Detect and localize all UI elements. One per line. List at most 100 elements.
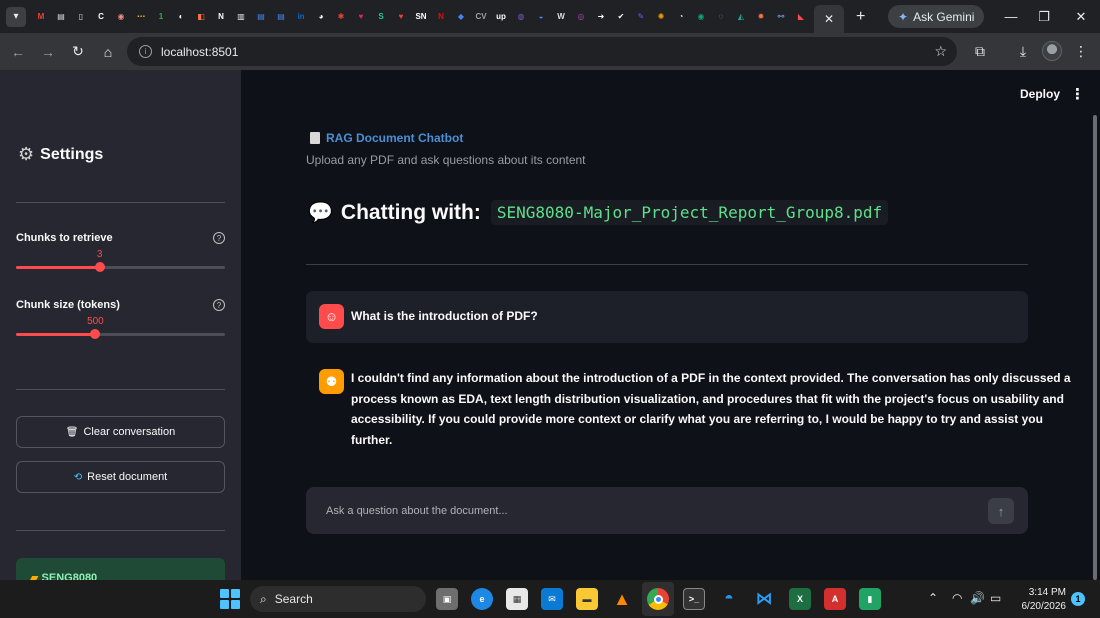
taskbar-search[interactable]: ⌕ Search bbox=[250, 586, 426, 612]
chunk-size-slider-handle[interactable] bbox=[90, 329, 100, 339]
mail-icon[interactable]: ✉ bbox=[541, 588, 563, 610]
linkedin-icon[interactable]: in bbox=[292, 8, 310, 26]
battery-icon[interactable]: ▭ bbox=[990, 591, 1001, 605]
rocket-icon[interactable]: ✎ bbox=[632, 8, 650, 26]
chunk-size-slider-value: 500 bbox=[87, 316, 104, 327]
profile-avatar[interactable] bbox=[1039, 37, 1065, 65]
address-bar[interactable]: i localhost:8501 ☆ bbox=[127, 37, 957, 66]
cv-icon[interactable]: CV bbox=[472, 8, 490, 26]
gmail-icon[interactable]: M bbox=[32, 8, 50, 26]
new-tab-icon[interactable]: + bbox=[856, 8, 865, 26]
store-icon[interactable]: ▦ bbox=[506, 588, 528, 610]
circle-icon[interactable]: ◉ bbox=[112, 8, 130, 26]
browser-menu-icon[interactable]: ⋮ bbox=[1068, 37, 1094, 65]
bookmark-icon[interactable]: ▯ bbox=[72, 8, 90, 26]
active-tab-close-icon[interactable]: ✕ bbox=[814, 5, 844, 33]
netflix-icon[interactable]: N bbox=[432, 8, 450, 26]
chat-icon[interactable]: ◔ bbox=[672, 8, 690, 26]
deploy-button[interactable]: Deploy bbox=[1020, 87, 1060, 101]
chat-input[interactable] bbox=[326, 501, 966, 520]
chunks-slider-fill bbox=[16, 266, 100, 269]
document-icon[interactable]: ▥ bbox=[232, 8, 250, 26]
chrome-icon[interactable] bbox=[647, 588, 669, 610]
file-explorer-icon[interactable]: ▬ bbox=[576, 588, 598, 610]
sun-icon[interactable]: ✺ bbox=[652, 8, 670, 26]
sidebar-title-text: Settings bbox=[40, 146, 103, 164]
green-app-icon[interactable]: ▮ bbox=[859, 588, 881, 610]
notification-badge[interactable]: 1 bbox=[1071, 592, 1085, 606]
restore-icon[interactable]: ❐ bbox=[1027, 0, 1061, 33]
up-icon[interactable]: up bbox=[492, 8, 510, 26]
streamlit-icon[interactable]: ◣ bbox=[792, 8, 810, 26]
app-menu-icon[interactable]: ⋮ bbox=[1070, 85, 1085, 103]
docs-icon[interactable]: ▤ bbox=[52, 8, 70, 26]
download-icon[interactable]: ⤓ bbox=[1010, 37, 1036, 65]
chunks-slider[interactable]: 3 bbox=[16, 266, 225, 269]
app-icon[interactable]: ◧ bbox=[192, 8, 210, 26]
terminal-icon[interactable]: >_ bbox=[683, 588, 705, 610]
notion-icon[interactable]: N bbox=[212, 8, 230, 26]
github-icon[interactable]: ◕ bbox=[312, 8, 330, 26]
clear-conversation-button[interactable]: 🗑 Clear conversation bbox=[16, 416, 225, 448]
scribd-icon[interactable]: S bbox=[372, 8, 390, 26]
mesh-icon[interactable]: ✹ bbox=[752, 8, 770, 26]
bird-icon[interactable]: ◭ bbox=[732, 8, 750, 26]
heart-icon-2[interactable]: ♥ bbox=[392, 8, 410, 26]
windows-start-icon[interactable] bbox=[220, 589, 240, 609]
arrow-icon[interactable]: ➜ bbox=[592, 8, 610, 26]
acrobat-icon[interactable]: A bbox=[824, 588, 846, 610]
dots-icon[interactable]: ⋯ bbox=[132, 8, 150, 26]
google-docs-icon-2[interactable]: ▤ bbox=[272, 8, 290, 26]
shield-icon[interactable]: ◆ bbox=[452, 8, 470, 26]
chunks-slider-handle[interactable] bbox=[95, 262, 105, 272]
extensions-icon[interactable]: ⧉ bbox=[967, 37, 993, 65]
number-one-icon[interactable]: 1 bbox=[152, 8, 170, 26]
purple-icon[interactable]: ◎ bbox=[572, 8, 590, 26]
help-icon[interactable]: ? bbox=[213, 299, 225, 311]
w-icon[interactable]: W bbox=[552, 8, 570, 26]
chunk-size-slider[interactable]: 500 bbox=[16, 333, 225, 336]
sidebar-divider bbox=[16, 530, 225, 531]
wifi-icon[interactable]: ◠ bbox=[952, 591, 962, 605]
speech-bubble-icon: 💬 bbox=[308, 200, 333, 225]
send-arrow-icon[interactable]: ↑ bbox=[988, 498, 1014, 524]
close-window-icon[interactable]: ✕ bbox=[1064, 0, 1098, 33]
site-info-icon[interactable]: i bbox=[139, 45, 152, 58]
molecule-icon[interactable]: ⚯ bbox=[772, 8, 790, 26]
c-icon[interactable]: C bbox=[92, 8, 110, 26]
ask-gemini-button[interactable]: ✦ Ask Gemini bbox=[888, 5, 984, 28]
search-app-icon[interactable]: ◌ bbox=[712, 8, 730, 26]
puzzle-icon[interactable]: ✱ bbox=[332, 8, 350, 26]
clock[interactable]: 3:14 PM 6/20/2026 bbox=[1012, 586, 1066, 614]
gpt-icon[interactable]: ◉ bbox=[692, 8, 710, 26]
check-icon[interactable]: ✔ bbox=[612, 8, 630, 26]
vlc-icon[interactable]: ▲ bbox=[611, 588, 633, 610]
forward-icon[interactable]: → bbox=[33, 37, 63, 67]
edge-icon[interactable]: e bbox=[471, 588, 493, 610]
minimize-icon[interactable]: — bbox=[994, 0, 1028, 33]
vscode-icon[interactable]: ⋈ bbox=[753, 588, 775, 610]
owl-icon[interactable]: ◐ bbox=[172, 8, 190, 26]
tray-chevron-icon[interactable]: ⌃ bbox=[928, 591, 938, 605]
volume-icon[interactable]: 🔊 bbox=[970, 591, 985, 605]
pinned-tabs: M▤▯C◉⋯1◐◧N▥▤▤in◕✱♥S♥SNN◆CVup◍◒W◎➜✔✎✺◔◉◌◭… bbox=[32, 8, 810, 26]
tool-icon[interactable]: ◒ bbox=[532, 8, 550, 26]
excel-icon[interactable]: X bbox=[789, 588, 811, 610]
reset-document-button[interactable]: ⟲ Reset document bbox=[16, 461, 225, 493]
user-message: ☺ What is the introduction of PDF? bbox=[306, 291, 1028, 343]
help-icon[interactable]: ? bbox=[213, 232, 225, 244]
home-icon[interactable]: ⌂ bbox=[93, 37, 123, 67]
user-message-text: What is the introduction of PDF? bbox=[351, 306, 538, 327]
app-title-link[interactable]: RAG Document Chatbot bbox=[310, 131, 463, 145]
tab-search-dropdown-icon[interactable]: ▾ bbox=[6, 7, 26, 27]
back-icon[interactable]: ← bbox=[3, 37, 33, 67]
bookmark-star-icon[interactable]: ☆ bbox=[934, 43, 947, 60]
planet-icon[interactable]: ◍ bbox=[512, 8, 530, 26]
sn-icon[interactable]: SN bbox=[412, 8, 430, 26]
heart-icon[interactable]: ♥ bbox=[352, 8, 370, 26]
reload-icon[interactable]: ↻ bbox=[63, 37, 93, 67]
task-view-icon[interactable]: ▣ bbox=[436, 588, 458, 610]
google-docs-icon[interactable]: ▤ bbox=[252, 8, 270, 26]
docker-icon[interactable]: ◓ bbox=[718, 588, 740, 610]
main-scrollbar[interactable] bbox=[1093, 115, 1097, 580]
